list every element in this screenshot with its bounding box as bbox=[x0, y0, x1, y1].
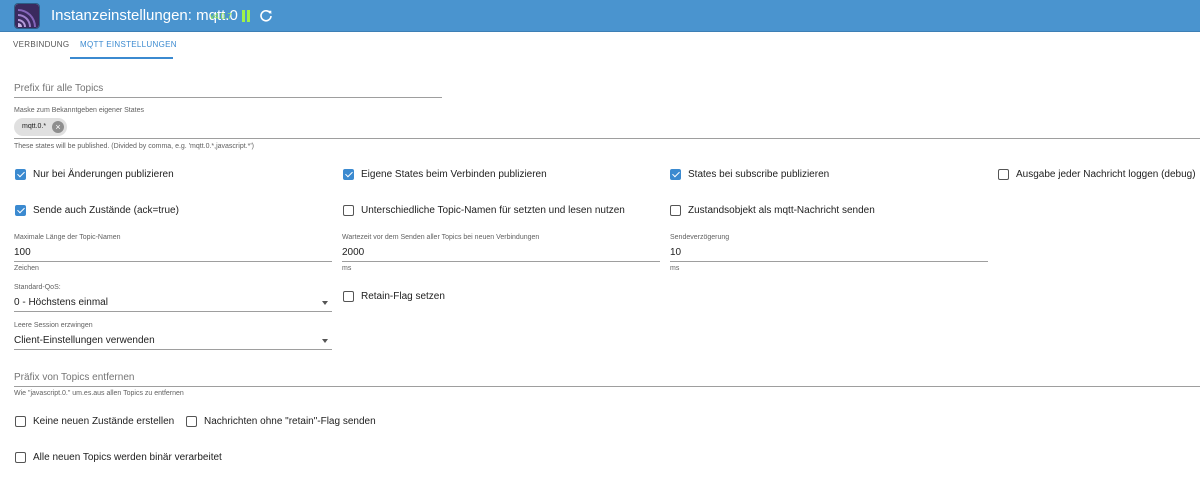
qos-label: Standard-QoS: bbox=[14, 284, 61, 291]
checkbox-label: Keine neuen Zustände erstellen bbox=[33, 416, 175, 427]
chevron-down-icon[interactable] bbox=[322, 301, 328, 305]
mask-label: Maske zum Bekanntgeben eigener States bbox=[14, 107, 144, 114]
pause-icon[interactable] bbox=[241, 10, 251, 22]
send-delay-unit: ms bbox=[670, 265, 680, 272]
checkbox-label: Ausgabe jeder Nachricht loggen (debug) bbox=[1016, 169, 1196, 180]
checkbox-unchecked-icon[interactable] bbox=[343, 291, 354, 302]
mask-input-underline bbox=[14, 138, 1200, 139]
checkbox-no-new-states[interactable]: Keine neuen Zustände erstellen bbox=[15, 416, 174, 427]
clean-session-select[interactable]: Client-Einstellungen verwenden bbox=[14, 335, 155, 346]
checkbox-checked-icon[interactable] bbox=[15, 169, 26, 180]
prefix-input-underline bbox=[14, 97, 442, 98]
mqtt-logo-icon bbox=[14, 3, 40, 29]
checkbox-state-object-as-message[interactable]: Zustandsobjekt als mqtt-Nachricht senden bbox=[670, 205, 875, 216]
qos-select-underline bbox=[14, 311, 332, 312]
tab-verbindung[interactable]: VERBINDUNG bbox=[13, 40, 69, 49]
max-topic-length-label: Maximale Länge der Topic-Namen bbox=[14, 234, 121, 241]
checkbox-label: Alle neuen Topics werden binär verarbeit… bbox=[33, 452, 222, 463]
tab-mqtt-einstellungen[interactable]: MQTT EINSTELLUNGEN bbox=[80, 40, 177, 49]
connect-delay-unit: ms bbox=[342, 265, 352, 272]
send-delay-input[interactable]: 10 bbox=[670, 247, 681, 258]
connect-delay-underline bbox=[342, 261, 660, 262]
active-tab-indicator bbox=[70, 57, 173, 59]
mask-chip[interactable]: mqtt.0.* × bbox=[14, 118, 67, 136]
checkbox-label: States bei subscribe publizieren bbox=[688, 169, 830, 180]
checkbox-label: Sende auch Zustände (ack=true) bbox=[33, 205, 179, 216]
clean-session-underline bbox=[14, 349, 332, 350]
checkbox-label: Nachrichten ohne "retain"-Flag senden bbox=[204, 416, 376, 427]
checkbox-checked-icon[interactable] bbox=[343, 169, 354, 180]
max-topic-length-input[interactable]: 100 bbox=[14, 247, 31, 258]
checkbox-label: Zustandsobjekt als mqtt-Nachricht senden bbox=[688, 205, 875, 216]
remove-prefix-underline bbox=[14, 386, 1200, 387]
qos-select[interactable]: 0 - Höchstens einmal bbox=[14, 297, 108, 308]
checkbox-publish-on-subscribe[interactable]: States bei subscribe publizieren bbox=[670, 169, 829, 180]
checkbox-label: Nur bei Änderungen publizieren bbox=[33, 169, 174, 180]
checkbox-unchecked-icon[interactable] bbox=[186, 416, 197, 427]
app-header: Instanzeinstellungen: mqtt.0 v4.0.7 bbox=[0, 0, 1200, 32]
checkbox-unchecked-icon[interactable] bbox=[343, 205, 354, 216]
mask-chip-label: mqtt.0.* bbox=[22, 123, 47, 130]
checkbox-send-without-retain[interactable]: Nachrichten ohne "retain"-Flag senden bbox=[186, 416, 376, 427]
mask-helper-text: These states will be published. (Divided… bbox=[14, 143, 254, 150]
checkbox-debug-log[interactable]: Ausgabe jeder Nachricht loggen (debug) bbox=[998, 169, 1196, 180]
checkbox-unchecked-icon[interactable] bbox=[998, 169, 1009, 180]
checkbox-send-ack[interactable]: Sende auch Zustände (ack=true) bbox=[15, 205, 179, 216]
clean-session-label: Leere Session erzwingen bbox=[14, 322, 93, 329]
prefix-input[interactable]: Prefix für alle Topics bbox=[14, 83, 103, 94]
connect-delay-input[interactable]: 2000 bbox=[342, 247, 364, 258]
remove-prefix-input[interactable]: Präfix von Topics entfernen bbox=[14, 372, 134, 383]
checkbox-publish-on-connect[interactable]: Eigene States beim Verbinden publizieren bbox=[343, 169, 547, 180]
checkbox-different-topic-names[interactable]: Unterschiedliche Topic-Namen für setzten… bbox=[343, 205, 625, 216]
remove-prefix-helper: Wie "javascript.0." um.es.aus allen Topi… bbox=[14, 390, 184, 397]
checkbox-label: Retain-Flag setzen bbox=[361, 291, 445, 302]
checkbox-binary-topics[interactable]: Alle neuen Topics werden binär verarbeit… bbox=[15, 452, 222, 463]
checkbox-checked-icon[interactable] bbox=[15, 205, 26, 216]
send-delay-underline bbox=[670, 261, 988, 262]
max-topic-length-underline bbox=[14, 261, 332, 262]
max-topic-length-unit: Zeichen bbox=[14, 265, 39, 272]
reload-icon[interactable] bbox=[259, 9, 273, 23]
checkbox-label: Eigene States beim Verbinden publizieren bbox=[361, 169, 547, 180]
checkbox-unchecked-icon[interactable] bbox=[15, 416, 26, 427]
checkbox-label: Unterschiedliche Topic-Namen für setzten… bbox=[361, 205, 625, 216]
version-badge: v4.0.7 bbox=[210, 12, 232, 21]
checkbox-unchecked-icon[interactable] bbox=[670, 205, 681, 216]
connect-delay-label: Wartezeit vor dem Senden aller Topics be… bbox=[342, 234, 540, 241]
checkbox-unchecked-icon[interactable] bbox=[15, 452, 26, 463]
checkbox-checked-icon[interactable] bbox=[670, 169, 681, 180]
send-delay-label: Sendeverzögerung bbox=[670, 234, 730, 241]
chevron-down-icon[interactable] bbox=[322, 339, 328, 343]
tab-bar: VERBINDUNG MQTT EINSTELLUNGEN bbox=[0, 32, 1200, 60]
checkbox-retain-flag[interactable]: Retain-Flag setzen bbox=[343, 291, 445, 302]
chip-close-icon[interactable]: × bbox=[52, 121, 64, 133]
checkbox-only-changes[interactable]: Nur bei Änderungen publizieren bbox=[15, 169, 174, 180]
